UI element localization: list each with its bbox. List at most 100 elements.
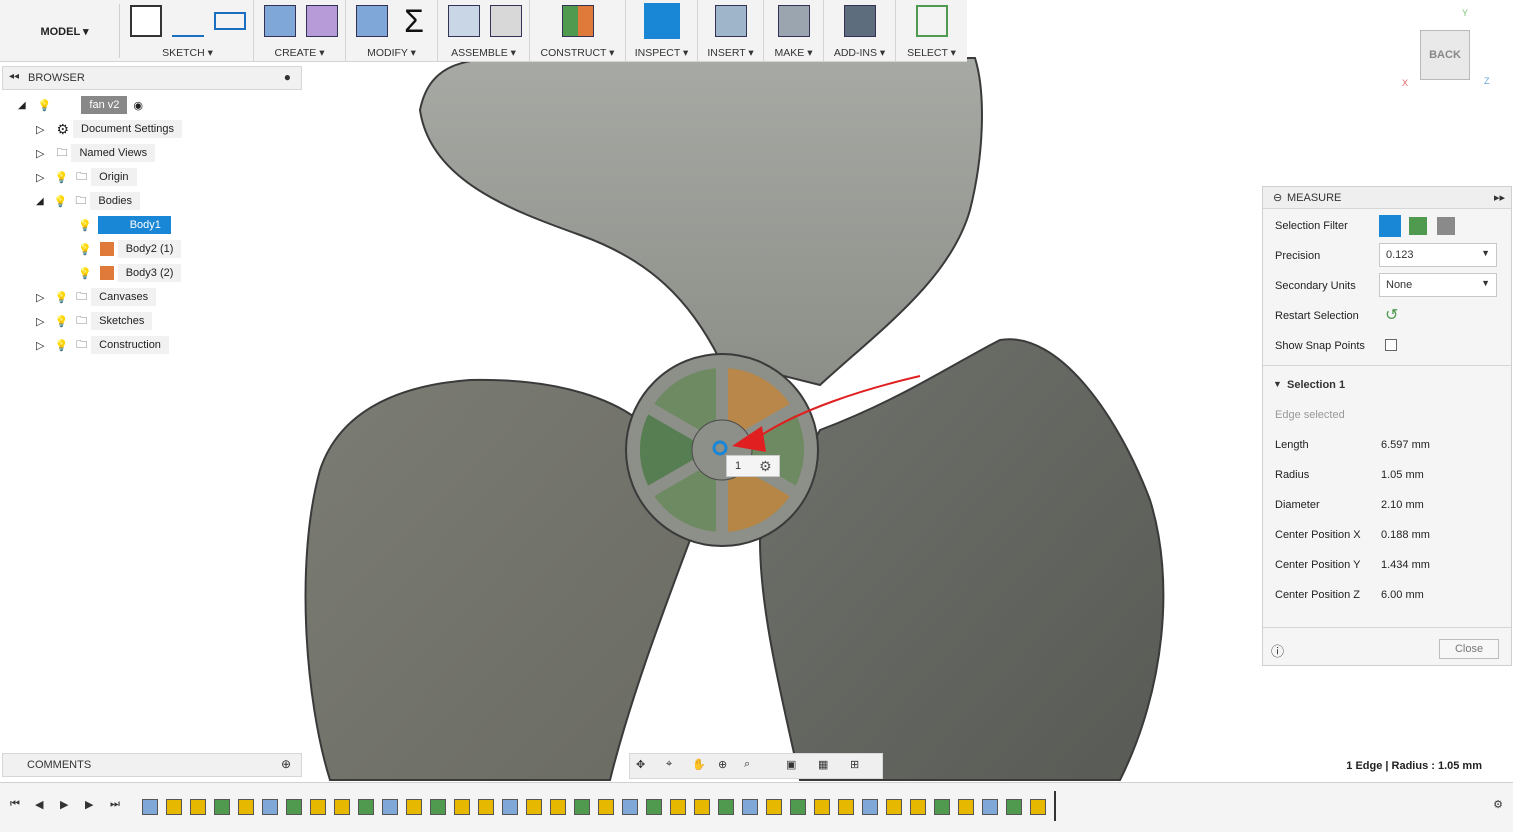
timeline-step-icon[interactable]	[814, 799, 830, 815]
tree-item-body3[interactable]: 💡 Body3 (2)	[78, 263, 182, 283]
view-cube[interactable]: BACK Y X Z	[1400, 8, 1500, 98]
minimize-icon[interactable]: ⊖	[1273, 191, 1282, 204]
group-assemble[interactable]: ASSEMBLE ▾	[438, 0, 530, 62]
tree-item-bodies[interactable]: ◢ 💡 🗀 Bodies	[36, 191, 141, 211]
tree-item-body1[interactable]: 💡 Body1	[78, 215, 171, 235]
secondary-units-select[interactable]: None ▼	[1379, 273, 1497, 297]
snap-points-checkbox[interactable]	[1385, 339, 1397, 351]
tree-item-body2[interactable]: 💡 Body2 (1)	[78, 239, 182, 259]
group-inspect[interactable]: INSPECT ▾	[626, 0, 698, 62]
timeline-step-icon[interactable]	[310, 799, 326, 815]
group-construct[interactable]: CONSTRUCT ▾	[530, 0, 626, 62]
add-comment-icon[interactable]: ⊕	[281, 757, 291, 771]
display-settings-icon[interactable]: ▣	[786, 758, 796, 771]
collapse-arrow-icon[interactable]: ◢	[18, 100, 26, 111]
timeline-step-icon[interactable]	[646, 799, 662, 815]
close-button[interactable]: Close	[1439, 639, 1499, 659]
scripts-icon[interactable]	[844, 5, 876, 37]
timeline-step-icon[interactable]	[982, 799, 998, 815]
last-icon[interactable]: ⏭	[110, 798, 120, 811]
group-sketch[interactable]: SKETCH ▾	[122, 0, 254, 62]
view-cube-face[interactable]: BACK	[1420, 30, 1470, 80]
timeline-step-icon[interactable]	[166, 799, 182, 815]
group-select[interactable]: SELECT ▾	[896, 0, 967, 62]
viewports-icon[interactable]: ⊞	[850, 758, 859, 771]
timeline-step-icon[interactable]	[742, 799, 758, 815]
timeline-step-icon[interactable]	[382, 799, 398, 815]
caret-down-icon[interactable]: ▼	[1273, 379, 1282, 389]
3d-print-icon[interactable]	[778, 5, 810, 37]
timeline-step-icon[interactable]	[910, 799, 926, 815]
timeline-step-icon[interactable]	[262, 799, 278, 815]
play-icon[interactable]: ▶	[60, 798, 68, 811]
first-icon[interactable]: ⏮	[10, 798, 20, 811]
gear-icon[interactable]: ⚙	[759, 458, 772, 475]
zoom-icon[interactable]: ⊕	[718, 758, 727, 771]
group-insert[interactable]: INSERT ▾	[698, 0, 764, 62]
lightbulb-icon[interactable]: 💡	[54, 315, 68, 328]
timeline-step-icon[interactable]	[526, 799, 542, 815]
group-modify[interactable]: Σ MODIFY ▾	[346, 0, 438, 62]
comments-panel[interactable]: COMMENTS ⊕	[2, 753, 302, 777]
group-create[interactable]: CREATE ▾	[254, 0, 346, 62]
timeline-step-icon[interactable]	[454, 799, 470, 815]
timeline-step-icon[interactable]	[238, 799, 254, 815]
expand-arrow-icon[interactable]: ▷	[36, 291, 44, 304]
expand-arrow-icon[interactable]: ▷	[36, 339, 44, 352]
timeline-step-icon[interactable]	[574, 799, 590, 815]
orbit-icon[interactable]: ✥	[636, 758, 645, 771]
precision-select[interactable]: 0.123 ▼	[1379, 243, 1497, 267]
restart-selection-icon[interactable]: ↺	[1385, 305, 1398, 325]
timeline-step-icon[interactable]	[430, 799, 446, 815]
form-icon[interactable]	[306, 5, 338, 37]
timeline-step-icon[interactable]	[190, 799, 206, 815]
tree-item-construction[interactable]: ▷ 💡 🗀 Construction	[36, 335, 169, 355]
timeline-step-icon[interactable]	[406, 799, 422, 815]
rectangle-icon[interactable]	[214, 12, 246, 30]
pan-icon[interactable]: ✋	[692, 758, 706, 771]
joint-icon[interactable]	[490, 5, 522, 37]
measure-icon[interactable]	[644, 3, 680, 39]
timeline-step-icon[interactable]	[958, 799, 974, 815]
timeline-step-icon[interactable]	[214, 799, 230, 815]
lightbulb-icon[interactable]: 💡	[54, 195, 68, 208]
timeline-step-icon[interactable]	[598, 799, 614, 815]
filter-body-icon[interactable]	[1379, 215, 1401, 237]
collapse-arrow-icon[interactable]: ◢	[36, 196, 44, 207]
timeline-step-icon[interactable]	[934, 799, 950, 815]
timeline-step-icon[interactable]	[838, 799, 854, 815]
timeline-step-icon[interactable]	[670, 799, 686, 815]
previous-icon[interactable]: ◀	[35, 798, 43, 811]
tree-root[interactable]: ◢ 💡 fan v2 ◉	[18, 95, 143, 115]
info-icon[interactable]: ⓘ	[1271, 641, 1284, 660]
lightbulb-icon[interactable]: 💡	[54, 171, 68, 184]
timeline-step-icon[interactable]	[622, 799, 638, 815]
sigma-icon[interactable]: Σ	[398, 5, 430, 37]
expand-arrow-icon[interactable]: ▷	[36, 171, 44, 184]
create-sketch-icon[interactable]	[130, 5, 162, 37]
lightbulb-icon[interactable]: 💡	[78, 219, 92, 232]
offset-plane-icon[interactable]	[562, 5, 594, 37]
timeline-marker[interactable]	[1054, 791, 1056, 821]
tree-item-sketches[interactable]: ▷ 💡 🗀 Sketches	[36, 311, 153, 331]
lightbulb-icon[interactable]: 💡	[54, 339, 68, 352]
filter-face-icon[interactable]	[1409, 217, 1427, 235]
timeline-step-icon[interactable]	[358, 799, 374, 815]
group-make[interactable]: MAKE ▾	[764, 0, 824, 62]
workspace-switcher[interactable]: MODEL ▾	[10, 4, 120, 58]
pin-icon[interactable]: ●	[284, 70, 291, 84]
tree-item-origin[interactable]: ▷ 💡 🗀 Origin	[36, 167, 137, 187]
timeline-step-icon[interactable]	[478, 799, 494, 815]
timeline-step-icon[interactable]	[286, 799, 302, 815]
expand-icon[interactable]: ▸▸	[1494, 191, 1505, 204]
tree-item-document-settings[interactable]: ▷ ⚙ Document Settings	[36, 119, 182, 139]
lightbulb-icon[interactable]: 💡	[38, 99, 52, 112]
selection-tag[interactable]: 1 ⚙	[726, 455, 780, 477]
timeline-step-icon[interactable]	[142, 799, 158, 815]
filter-edge-icon[interactable]	[1437, 217, 1455, 235]
timeline-settings-icon[interactable]: ⚙	[1493, 798, 1503, 811]
new-component-icon[interactable]	[448, 5, 480, 37]
timeline-step-icon[interactable]	[334, 799, 350, 815]
group-addins[interactable]: ADD-INS ▾	[824, 0, 896, 62]
timeline-step-icon[interactable]	[1030, 799, 1046, 815]
